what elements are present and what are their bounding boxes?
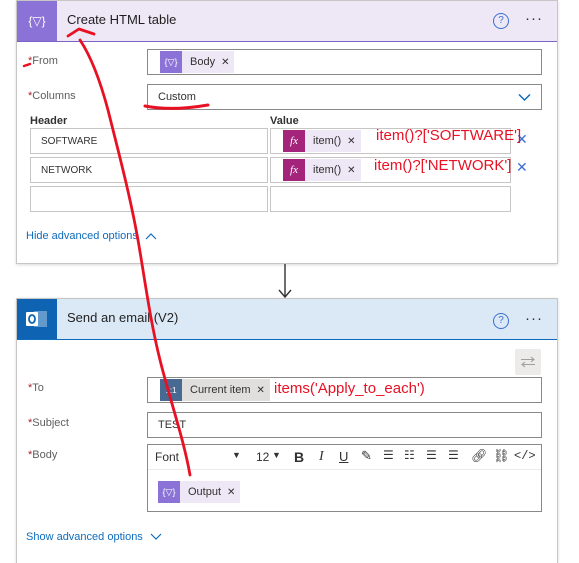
send-email-header[interactable]: Send an email (V2) ? ··· xyxy=(17,299,557,340)
software-expression-annotation: item()?['SOFTWARE'] xyxy=(376,127,522,144)
card-title: Send an email (V2) xyxy=(67,310,179,325)
bullet-list-icon[interactable]: ☰ xyxy=(383,448,394,462)
expression-icon: fx xyxy=(283,159,305,181)
show-advanced-options-link[interactable]: Show advanced options xyxy=(26,531,162,543)
switch-input-mode-button[interactable] xyxy=(515,349,541,375)
send-email-card: Send an email (V2) ? ··· *To 1:1 Current… xyxy=(16,298,558,563)
value-column-title: Value xyxy=(270,115,299,127)
body-token[interactable]: {▽} Body ✕ xyxy=(160,51,235,73)
token-label: Body xyxy=(190,56,216,68)
to-expression-annotation: items('Apply_to_each') xyxy=(274,380,425,397)
insert-link-icon[interactable]: 🔗︎ xyxy=(471,448,488,464)
token-label: Current item xyxy=(190,384,251,396)
output-token[interactable]: {▽} Output ✕ xyxy=(158,481,241,503)
network-expression-annotation: item()?['NETWORK'] xyxy=(374,157,512,174)
font-dropdown-icon[interactable]: ▼ xyxy=(232,450,241,460)
token-label: item() xyxy=(313,135,342,147)
hide-advanced-options-link[interactable]: Hide advanced options xyxy=(26,230,157,242)
highlight-pen-icon[interactable]: ✎ xyxy=(361,448,372,464)
item-token[interactable]: fx item() ✕ xyxy=(283,159,361,181)
from-label: *From xyxy=(28,55,58,67)
chevron-down-icon[interactable] xyxy=(518,93,531,102)
chevron-down-icon xyxy=(150,533,162,540)
value-cell-empty[interactable] xyxy=(270,186,511,212)
increase-indent-icon[interactable]: ☰ xyxy=(448,448,459,462)
bold-icon[interactable]: B xyxy=(294,449,304,465)
size-dropdown-icon[interactable]: ▼ xyxy=(272,450,281,460)
subject-label: *Subject xyxy=(28,417,69,429)
help-icon[interactable]: ? xyxy=(493,13,509,29)
item-token[interactable]: fx item() ✕ xyxy=(283,130,361,152)
swap-arrows-icon xyxy=(521,356,535,368)
body-label: *Body xyxy=(28,449,58,461)
underline-icon[interactable]: U xyxy=(339,449,348,464)
current-item-token[interactable]: 1:1 Current item ✕ xyxy=(160,379,270,401)
create-html-table-header[interactable]: {▽} Create HTML table ? ··· xyxy=(17,1,557,42)
data-operation-icon: {▽} xyxy=(17,1,57,41)
flow-arrow-icon xyxy=(278,264,292,299)
header-cell-empty[interactable] xyxy=(30,186,268,212)
font-size-select[interactable]: 12 xyxy=(256,450,269,464)
remove-link-icon[interactable]: ⛓︎ xyxy=(493,448,510,464)
code-view-icon[interactable]: </> xyxy=(514,449,536,463)
remove-token-icon[interactable]: ✕ xyxy=(227,487,235,498)
subject-field[interactable]: TEST xyxy=(147,412,542,438)
body-editor[interactable]: Font ▼ 12 ▼ B I U ✎ ☰ ☷ ☰ ☰ 🔗︎ ⛓︎ </> {▽… xyxy=(147,444,542,512)
to-label: *To xyxy=(28,382,44,394)
expression-icon: fx xyxy=(283,130,305,152)
from-field[interactable]: {▽} Body ✕ xyxy=(147,49,542,75)
remove-token-icon[interactable]: ✕ xyxy=(347,136,355,147)
columns-value: Custom xyxy=(158,91,196,103)
subject-value: TEST xyxy=(158,419,187,431)
delete-row-icon[interactable]: ✕ xyxy=(516,159,528,176)
token-label: Output xyxy=(188,486,222,498)
rich-text-toolbar: Font ▼ 12 ▼ B I U ✎ ☰ ☷ ☰ ☰ 🔗︎ ⛓︎ </> xyxy=(148,445,541,470)
loop-icon: 1:1 xyxy=(160,379,182,401)
data-operation-icon: {▽} xyxy=(158,481,180,503)
chevron-up-icon xyxy=(145,233,157,240)
card-title: Create HTML table xyxy=(67,12,177,27)
header-column-title: Header xyxy=(30,115,68,127)
remove-token-icon[interactable]: ✕ xyxy=(257,385,265,396)
remove-token-icon[interactable]: ✕ xyxy=(347,165,355,176)
data-operation-icon: {▽} xyxy=(160,51,182,73)
columns-label: *Columns xyxy=(28,90,76,102)
remove-token-icon[interactable]: ✕ xyxy=(221,57,229,68)
header-cell[interactable]: NETWORK xyxy=(30,157,268,183)
decrease-indent-icon[interactable]: ☰ xyxy=(426,448,437,462)
columns-dropdown[interactable]: Custom xyxy=(147,84,542,110)
more-options-icon[interactable]: ··· xyxy=(525,10,543,27)
more-options-icon[interactable]: ··· xyxy=(525,310,543,327)
header-cell[interactable]: SOFTWARE xyxy=(30,128,268,154)
font-select[interactable]: Font xyxy=(155,450,179,464)
numbered-list-icon[interactable]: ☷ xyxy=(404,448,415,462)
italic-icon[interactable]: I xyxy=(319,449,324,465)
token-label: item() xyxy=(313,164,342,176)
outlook-icon xyxy=(17,299,57,339)
help-icon[interactable]: ? xyxy=(493,313,509,329)
